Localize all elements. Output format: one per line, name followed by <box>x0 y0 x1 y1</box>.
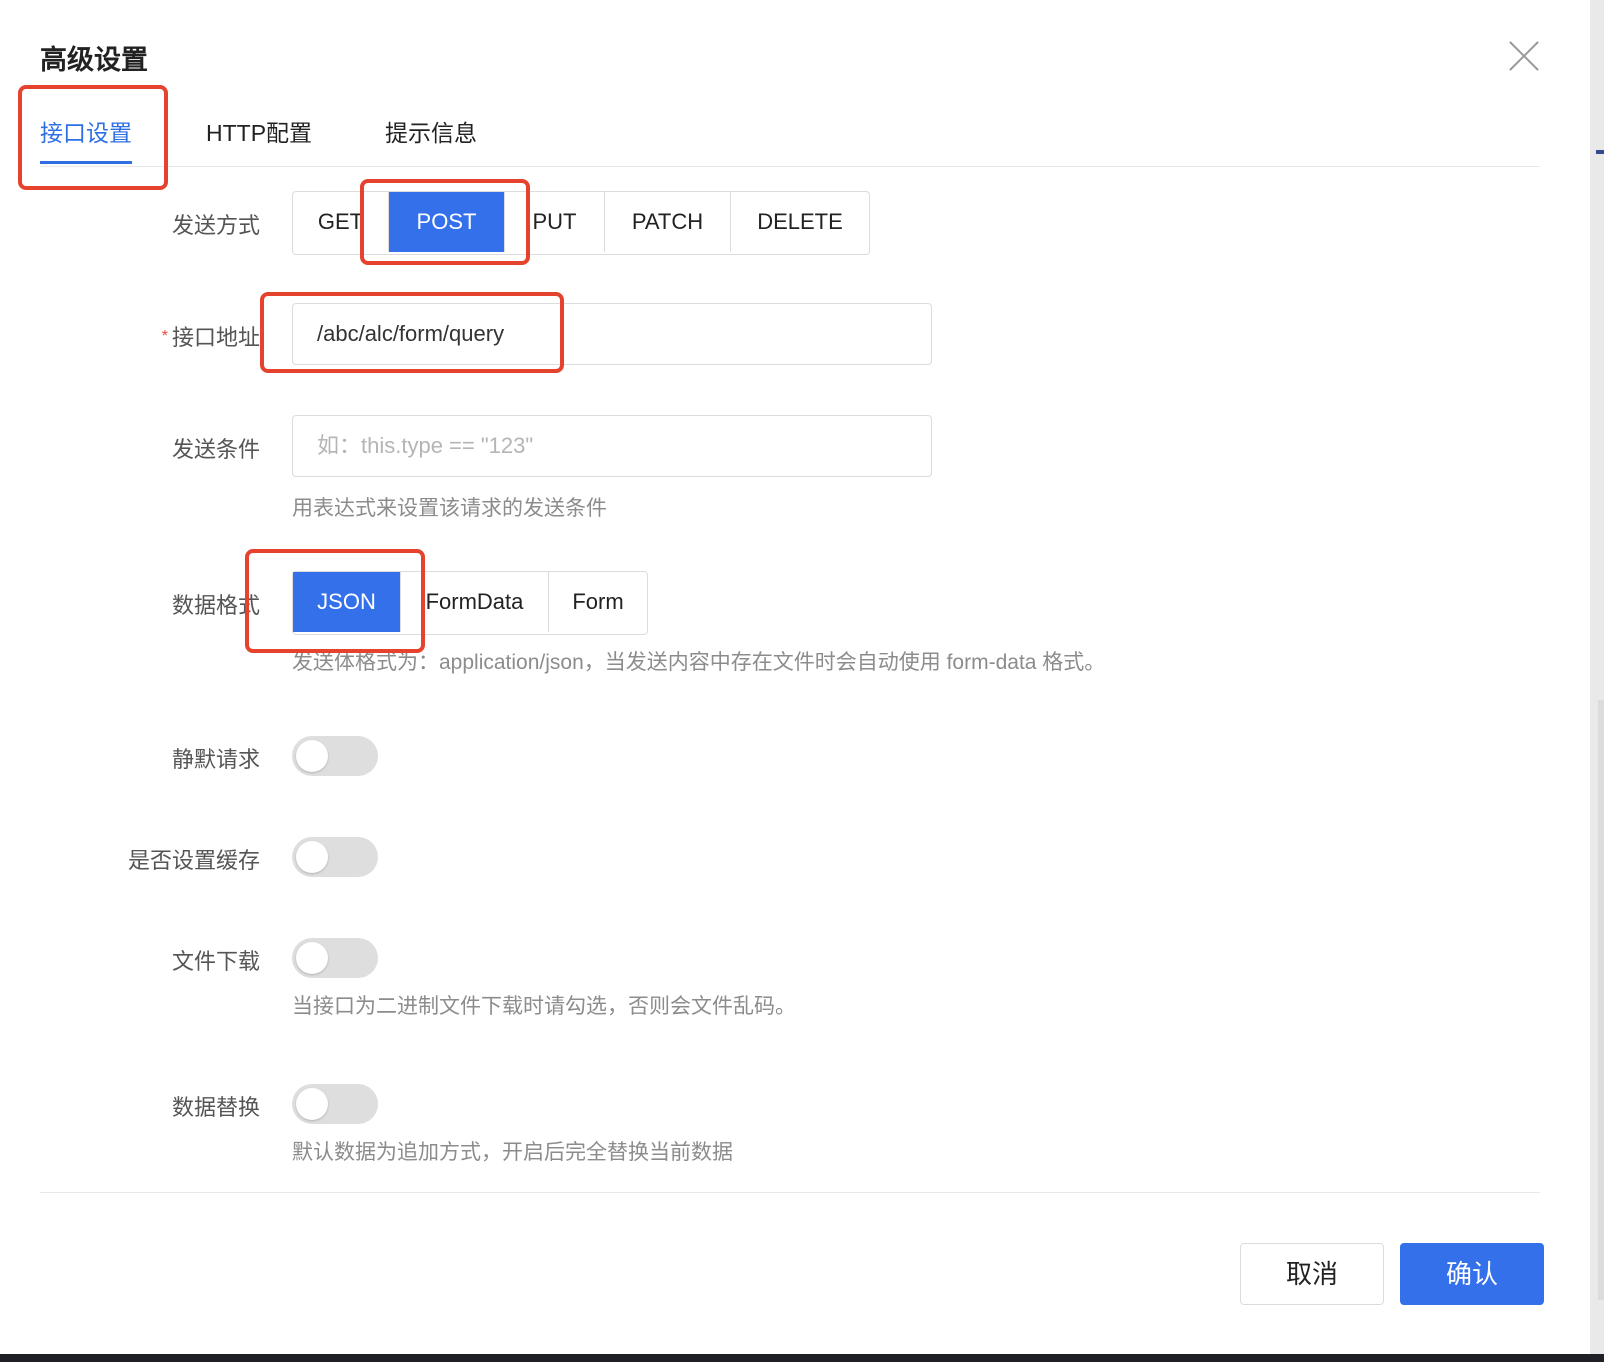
cache-switch[interactable] <box>292 837 378 877</box>
method-delete-option[interactable]: DELETE <box>731 192 869 252</box>
background-bottom-bar <box>0 1354 1604 1362</box>
background-accent <box>1596 150 1604 154</box>
dialog-title: 高级设置 <box>40 45 148 75</box>
method-segmented: GET POST PUT PATCH DELETE <box>292 191 870 255</box>
background-window-edge <box>1590 0 1604 1362</box>
silent-switch[interactable] <box>292 736 378 776</box>
cancel-button[interactable]: 取消 <box>1240 1243 1384 1305</box>
close-icon[interactable] <box>1508 40 1540 72</box>
format-label: 数据格式 <box>171 593 260 618</box>
download-hint: 当接口为二进制文件下载时请勾选，否则会文件乱码。 <box>292 995 796 1018</box>
condition-input[interactable]: 如：this.type == "123" <box>292 415 932 477</box>
switch-knob <box>296 942 328 974</box>
method-patch-option[interactable]: PATCH <box>605 192 731 252</box>
silent-label: 静默请求 <box>171 747 260 772</box>
format-form-option[interactable]: Form <box>549 572 647 632</box>
method-post-option[interactable]: POST <box>389 192 505 252</box>
switch-knob <box>296 740 328 772</box>
switch-knob <box>296 841 328 873</box>
url-label-text: 接口地址 <box>171 325 260 350</box>
condition-label: 发送条件 <box>171 437 260 462</box>
method-label: 发送方式 <box>171 213 260 238</box>
cache-label: 是否设置缓存 <box>127 848 260 873</box>
url-input[interactable]: /abc/alc/form/query <box>292 303 932 365</box>
download-switch[interactable] <box>292 938 378 978</box>
tab-api-settings[interactable]: 接口设置 <box>40 114 132 164</box>
url-label: * 接口地址 <box>0 320 260 352</box>
replace-label: 数据替换 <box>171 1095 260 1120</box>
background-panel <box>1598 700 1604 1300</box>
replace-hint: 默认数据为追加方式，开启后完全替换当前数据 <box>292 1141 733 1164</box>
required-mark: * <box>161 328 168 345</box>
tab-http-config[interactable]: HTTP配置 <box>206 114 312 164</box>
confirm-button[interactable]: 确认 <box>1400 1243 1544 1305</box>
tab-prompt-info[interactable]: 提示信息 <box>385 114 477 164</box>
replace-switch[interactable] <box>292 1084 378 1124</box>
format-formdata-option[interactable]: FormData <box>401 572 549 632</box>
switch-knob <box>296 1088 328 1120</box>
download-label: 文件下载 <box>171 949 260 974</box>
format-hint: 发送体格式为：application/json，当发送内容中存在文件时会自动使用… <box>292 651 1106 674</box>
method-put-option[interactable]: PUT <box>505 192 605 252</box>
format-segmented: JSON FormData Form <box>292 571 648 635</box>
condition-hint: 用表达式来设置该请求的发送条件 <box>292 497 607 520</box>
advanced-settings-dialog: 高级设置 接口设置 HTTP配置 提示信息 发送方式 GET POST PUT … <box>0 0 1590 1354</box>
footer-divider <box>40 1192 1540 1193</box>
format-json-option[interactable]: JSON <box>293 572 401 632</box>
tab-bar: 接口设置 HTTP配置 提示信息 <box>40 100 1540 167</box>
method-get-option[interactable]: GET <box>293 192 389 252</box>
